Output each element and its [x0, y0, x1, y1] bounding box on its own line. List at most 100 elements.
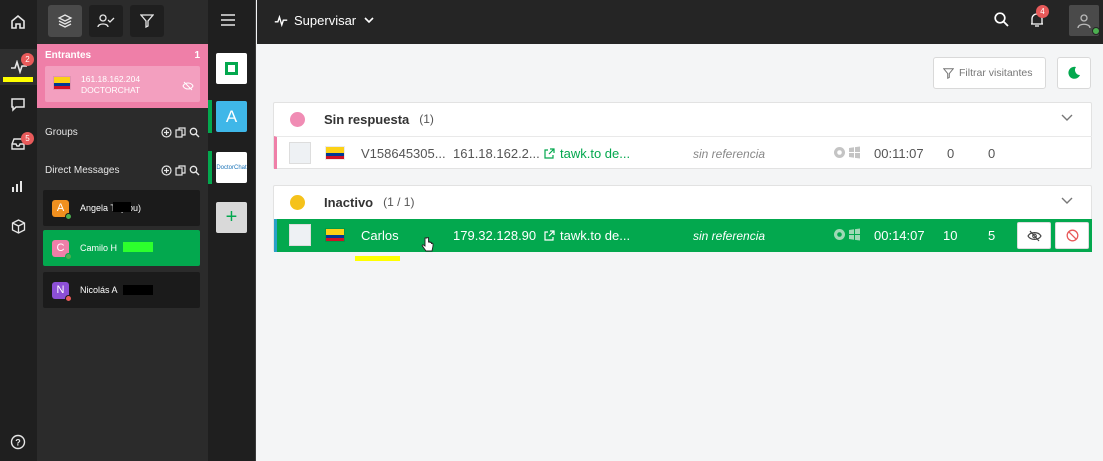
avatar-initial: N	[56, 284, 65, 296]
visit-time: 00:11:07	[874, 146, 924, 161]
group-title: Sin respuesta	[324, 111, 410, 127]
active-indicator	[208, 100, 212, 133]
colombia-flag-icon	[325, 228, 345, 242]
view-selector[interactable]: Supervisar	[274, 13, 374, 28]
group-count: (1 / 1)	[383, 195, 415, 209]
home-icon[interactable]	[4, 8, 32, 36]
svg-text:?: ?	[15, 438, 21, 448]
incoming-source: DOCTORCHAT	[81, 85, 141, 95]
help-icon[interactable]: ?	[4, 428, 32, 456]
redaction-mark	[123, 285, 153, 295]
layers-icon[interactable]	[48, 5, 82, 37]
ban-icon	[1066, 229, 1078, 242]
sidebar-panel: Entrantes 1 161.18.162.204 DOCTORCHAT Gr…	[37, 0, 208, 461]
dm-item-angela[interactable]: A Angela T (You)	[43, 190, 200, 226]
page-text: tawk.to de...	[560, 146, 631, 161]
inbox-icon[interactable]: 5	[4, 130, 34, 158]
external-link-icon	[544, 230, 555, 241]
avatar: C	[52, 239, 72, 260]
groups-label: Groups	[45, 127, 78, 138]
avatar: A	[52, 199, 72, 220]
visitor-name: V158645305...	[361, 146, 446, 161]
site-logo-icon	[289, 142, 311, 164]
user-check-icon[interactable]	[89, 5, 123, 37]
hide-visitor-button[interactable]	[1017, 222, 1051, 249]
offline-status-dot	[65, 294, 72, 302]
group-title: Inactivo	[324, 194, 374, 210]
chevron-down-icon[interactable]	[1061, 114, 1073, 122]
redaction-mark	[123, 242, 153, 252]
property-tile-a[interactable]: A	[216, 101, 247, 132]
copy-icon[interactable]	[175, 127, 186, 138]
ban-visitor-button[interactable]	[1055, 222, 1089, 249]
filter-label: Filtrar visitantes	[959, 67, 1033, 79]
chrome-icon	[833, 228, 846, 244]
visitor-row[interactable]: V158645305... 161.18.162.2... tawk.to de…	[274, 136, 1092, 169]
filter-icon	[943, 67, 954, 79]
visit-time: 00:14:07	[874, 228, 925, 243]
square-icon	[225, 62, 238, 75]
highlight-mark	[3, 77, 33, 82]
dm-actions	[161, 165, 200, 176]
avatar-initial: C	[56, 242, 65, 254]
eye-off-icon[interactable]	[182, 78, 194, 96]
avatar-initial: A	[56, 202, 65, 214]
page-title: Supervisar	[294, 13, 357, 28]
reports-icon[interactable]	[4, 172, 32, 200]
visitor-page-link[interactable]: tawk.to de...	[544, 146, 630, 161]
user-avatar-button[interactable]	[1069, 5, 1100, 36]
chrome-icon	[833, 146, 846, 162]
filter-visitors-button[interactable]: Filtrar visitantes	[933, 57, 1046, 89]
chat-icon[interactable]	[4, 90, 32, 118]
dm-name: Nicolás A	[80, 285, 118, 295]
add-dm-icon[interactable]	[161, 165, 172, 176]
chats-count: 0	[947, 146, 955, 161]
search-icon[interactable]	[189, 127, 200, 138]
top-bar: Supervisar 4	[257, 0, 1103, 44]
highlight-mark	[355, 256, 400, 261]
group-count: (1)	[419, 112, 434, 126]
chevron-down-icon[interactable]	[1061, 197, 1073, 205]
avatar: N	[52, 281, 72, 302]
status-dot	[290, 111, 305, 127]
visitor-page-link[interactable]: tawk.to de...	[544, 228, 630, 243]
incoming-label: Entrantes	[45, 50, 92, 61]
visitor-group-sin-respuesta: Sin respuesta (1) V158645305... 161.18.1…	[273, 102, 1092, 169]
redaction-mark	[113, 202, 131, 212]
search-icon[interactable]	[189, 165, 200, 176]
visitor-row-selected[interactable]: Carlos 179.32.128.90 tawk.to de... sin r…	[274, 219, 1092, 261]
incoming-count: 1	[194, 50, 200, 61]
monitor-badge: 2	[21, 53, 34, 66]
moon-icon	[1068, 66, 1080, 79]
user-icon	[1077, 13, 1091, 28]
incoming-visitor-item[interactable]: 161.18.162.204 DOCTORCHAT	[45, 66, 200, 102]
hamburger-menu-icon[interactable]	[221, 13, 235, 31]
incoming-section: Entrantes 1 161.18.162.204 DOCTORCHAT	[37, 44, 208, 108]
active-indicator	[208, 151, 212, 184]
property-column: A DoctorChat +	[208, 0, 256, 461]
property-tile-green[interactable]	[216, 53, 247, 84]
property-tile-logo[interactable]: DoctorChat	[216, 152, 247, 183]
filter-icon[interactable]	[130, 5, 164, 37]
colombia-flag-icon	[325, 146, 345, 160]
visits-count: 5	[988, 228, 996, 243]
dm-item-nicolas[interactable]: N Nicolás A	[43, 272, 200, 308]
external-link-icon	[544, 148, 555, 159]
bell-icon[interactable]: 4	[1030, 5, 1049, 33]
dm-name: Camilo H	[80, 243, 118, 253]
visitor-ip: 179.32.128.90	[453, 228, 537, 243]
hand-cursor-icon	[421, 236, 434, 256]
copy-icon[interactable]	[175, 165, 186, 176]
group-header[interactable]: Inactivo (1 / 1)	[274, 186, 1091, 218]
monitor-icon[interactable]: 2	[0, 49, 37, 85]
windows-icon	[848, 146, 861, 162]
inbox-badge: 5	[21, 132, 34, 145]
visitor-referrer: sin referencia	[693, 229, 766, 243]
group-header[interactable]: Sin respuesta (1)	[274, 103, 1091, 135]
addons-box-icon[interactable]	[4, 212, 32, 240]
add-group-icon[interactable]	[161, 127, 172, 138]
add-property-button[interactable]: +	[216, 202, 247, 233]
search-icon[interactable]	[994, 12, 1009, 32]
dm-item-camilo[interactable]: C Camilo H	[43, 230, 200, 266]
dark-mode-toggle[interactable]	[1057, 57, 1091, 89]
